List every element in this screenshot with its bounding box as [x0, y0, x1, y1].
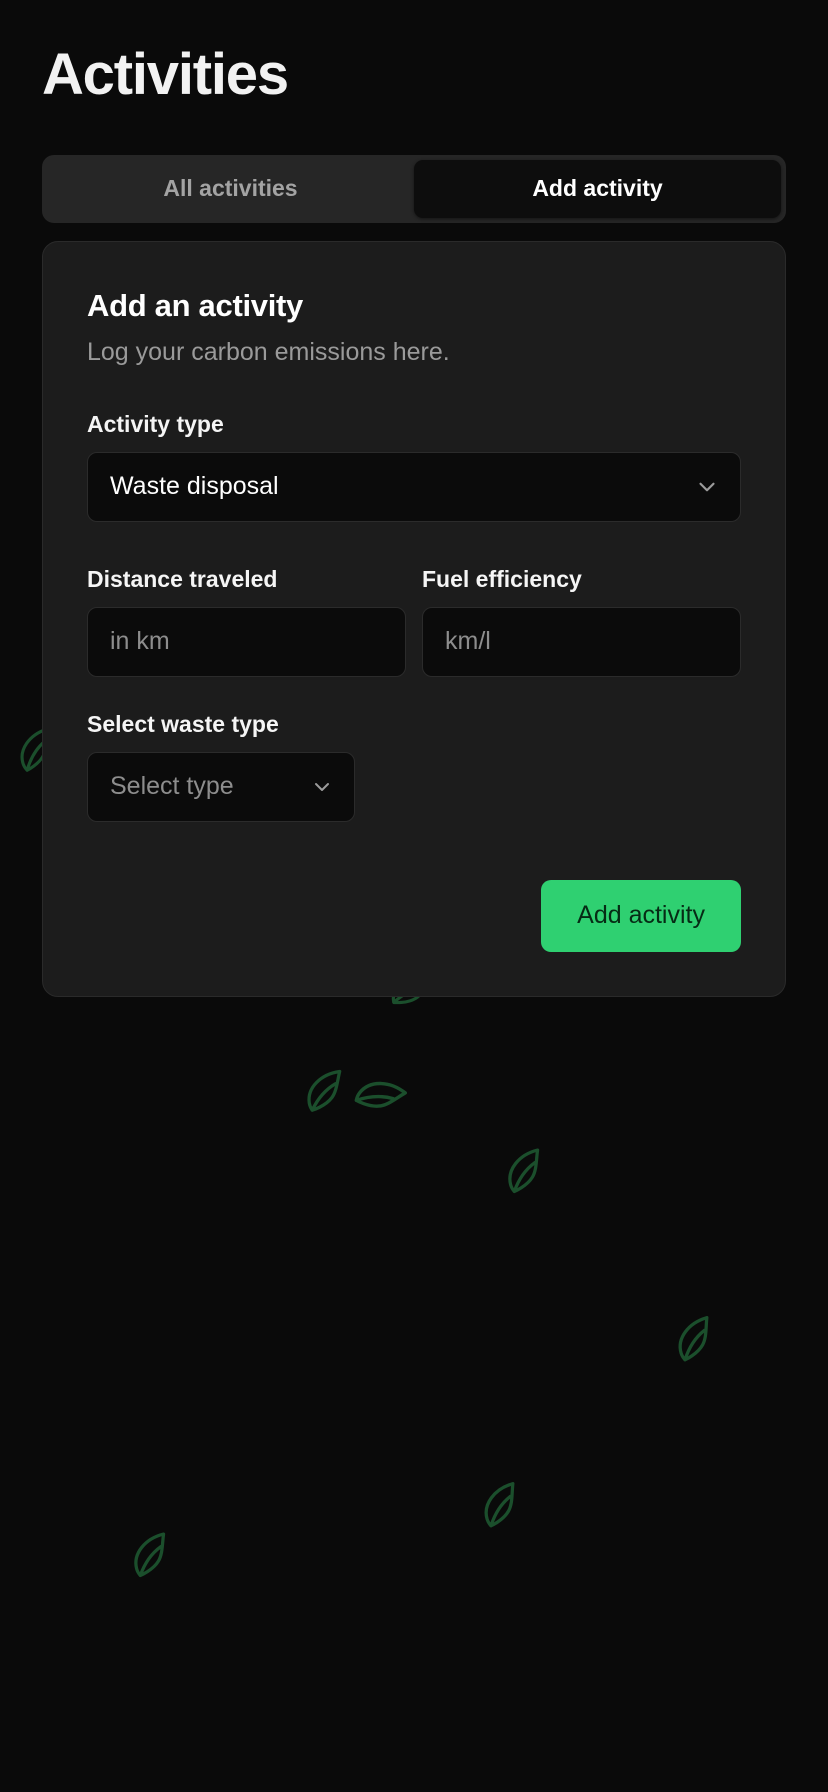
page-content: Activities All activities Add activity A… [0, 0, 828, 997]
leaf-icon [473, 1477, 530, 1534]
app-root: Activities All activities Add activity A… [0, 0, 828, 1792]
card-actions: Add activity [87, 879, 741, 952]
distance-input[interactable]: in km [87, 606, 406, 677]
leaf-icon [299, 1065, 351, 1117]
add-activity-button[interactable]: Add activity [541, 879, 741, 952]
leaf-icon [346, 1062, 413, 1129]
tab-add-activity[interactable]: Add activity [414, 159, 781, 218]
activity-type-value: Waste disposal [110, 472, 279, 501]
activity-type-label: Activity type [87, 410, 224, 437]
tab-all-activities[interactable]: All activities [47, 160, 414, 218]
leaf-icon [497, 1143, 553, 1199]
distance-label: Distance traveled [87, 565, 278, 592]
add-activity-card: Add an activity Log your carbon emission… [42, 240, 786, 997]
fuel-efficiency-label: Fuel efficiency [422, 565, 582, 592]
card-title: Add an activity [87, 287, 303, 323]
fuel-efficiency-field-group: Fuel efficiency km/l [422, 522, 741, 677]
activity-type-select[interactable]: Waste disposal [87, 451, 741, 522]
fuel-efficiency-placeholder: km/l [445, 627, 491, 656]
distance-fuel-row: Distance traveled in km Fuel efficiency … [87, 522, 741, 677]
leaf-icon [123, 1527, 179, 1583]
leaf-icon [667, 1311, 724, 1368]
distance-placeholder: in km [110, 627, 170, 656]
chevron-down-icon [694, 474, 720, 500]
fuel-efficiency-input[interactable]: km/l [422, 606, 741, 677]
waste-type-placeholder: Select type [110, 772, 234, 801]
distance-field-group: Distance traveled in km [87, 522, 406, 677]
card-subtitle: Log your carbon emissions here. [87, 337, 450, 366]
waste-type-label: Select waste type [87, 710, 279, 737]
chevron-down-icon [310, 775, 334, 799]
tab-switcher: All activities Add activity [42, 154, 786, 223]
waste-type-select[interactable]: Select type [87, 751, 355, 822]
page-title: Activities [42, 42, 289, 107]
